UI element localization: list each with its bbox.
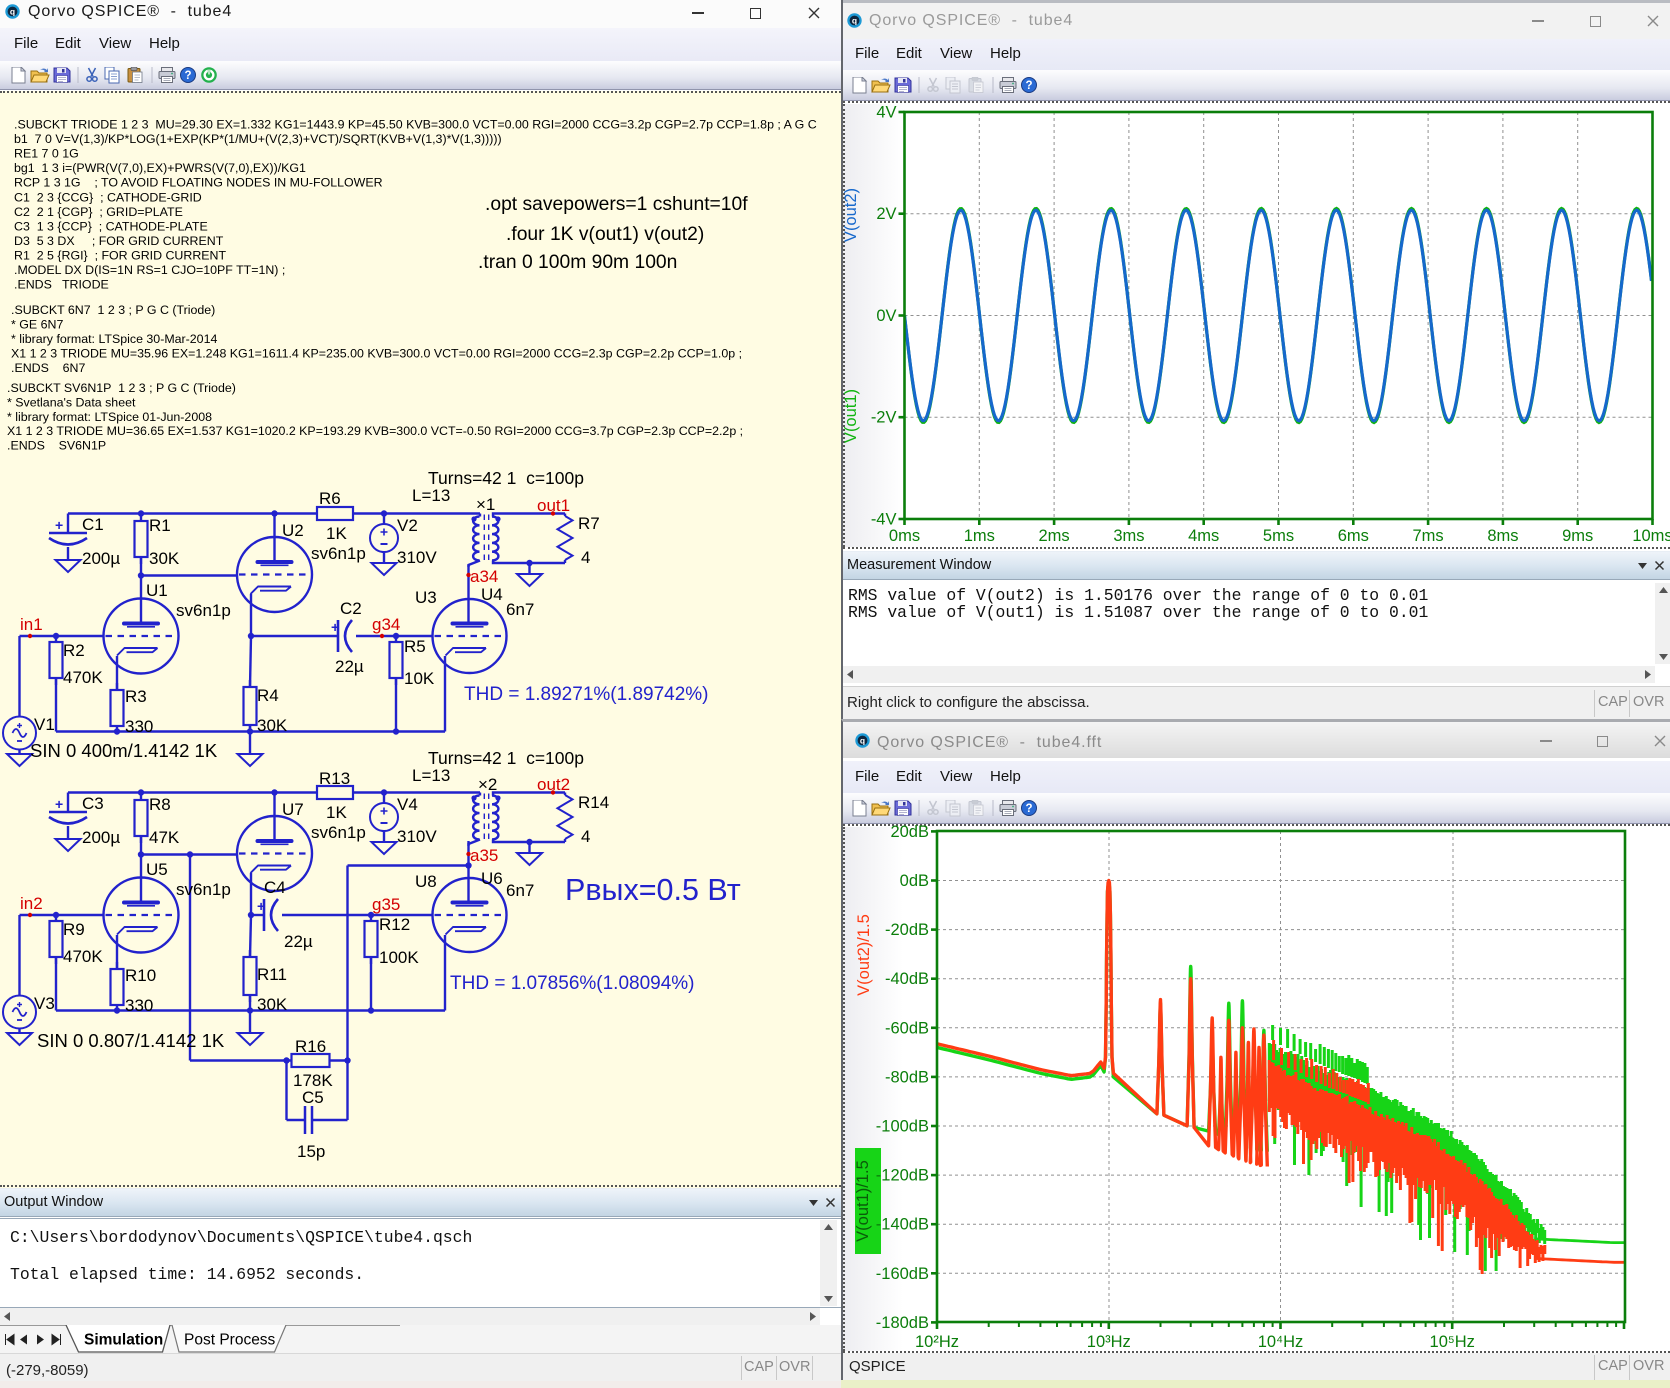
svg-text:10⁴Hz: 10⁴Hz	[1258, 1333, 1304, 1351]
svg-text:10²Hz: 10²Hz	[915, 1333, 959, 1351]
svg-text:V(out1)/1.5: V(out1)/1.5	[854, 1160, 872, 1242]
svg-text:V(out2)/1.5: V(out2)/1.5	[855, 914, 873, 996]
svg-text:10⁵Hz: 10⁵Hz	[1430, 1333, 1475, 1351]
svg-text:-80dB: -80dB	[885, 1068, 929, 1086]
svg-text:-100dB: -100dB	[876, 1118, 929, 1136]
svg-text:0dB: 0dB	[900, 872, 929, 890]
svg-text:-180dB: -180dB	[876, 1314, 929, 1332]
svg-text:-140dB: -140dB	[876, 1216, 929, 1234]
svg-text:-20dB: -20dB	[885, 921, 929, 939]
svg-text:-160dB: -160dB	[876, 1265, 929, 1283]
svg-text:-120dB: -120dB	[876, 1167, 929, 1185]
svg-text:-40dB: -40dB	[885, 970, 929, 988]
svg-text:10³Hz: 10³Hz	[1087, 1333, 1131, 1351]
svg-text:-60dB: -60dB	[885, 1019, 929, 1037]
svg-text:20dB: 20dB	[890, 823, 929, 841]
